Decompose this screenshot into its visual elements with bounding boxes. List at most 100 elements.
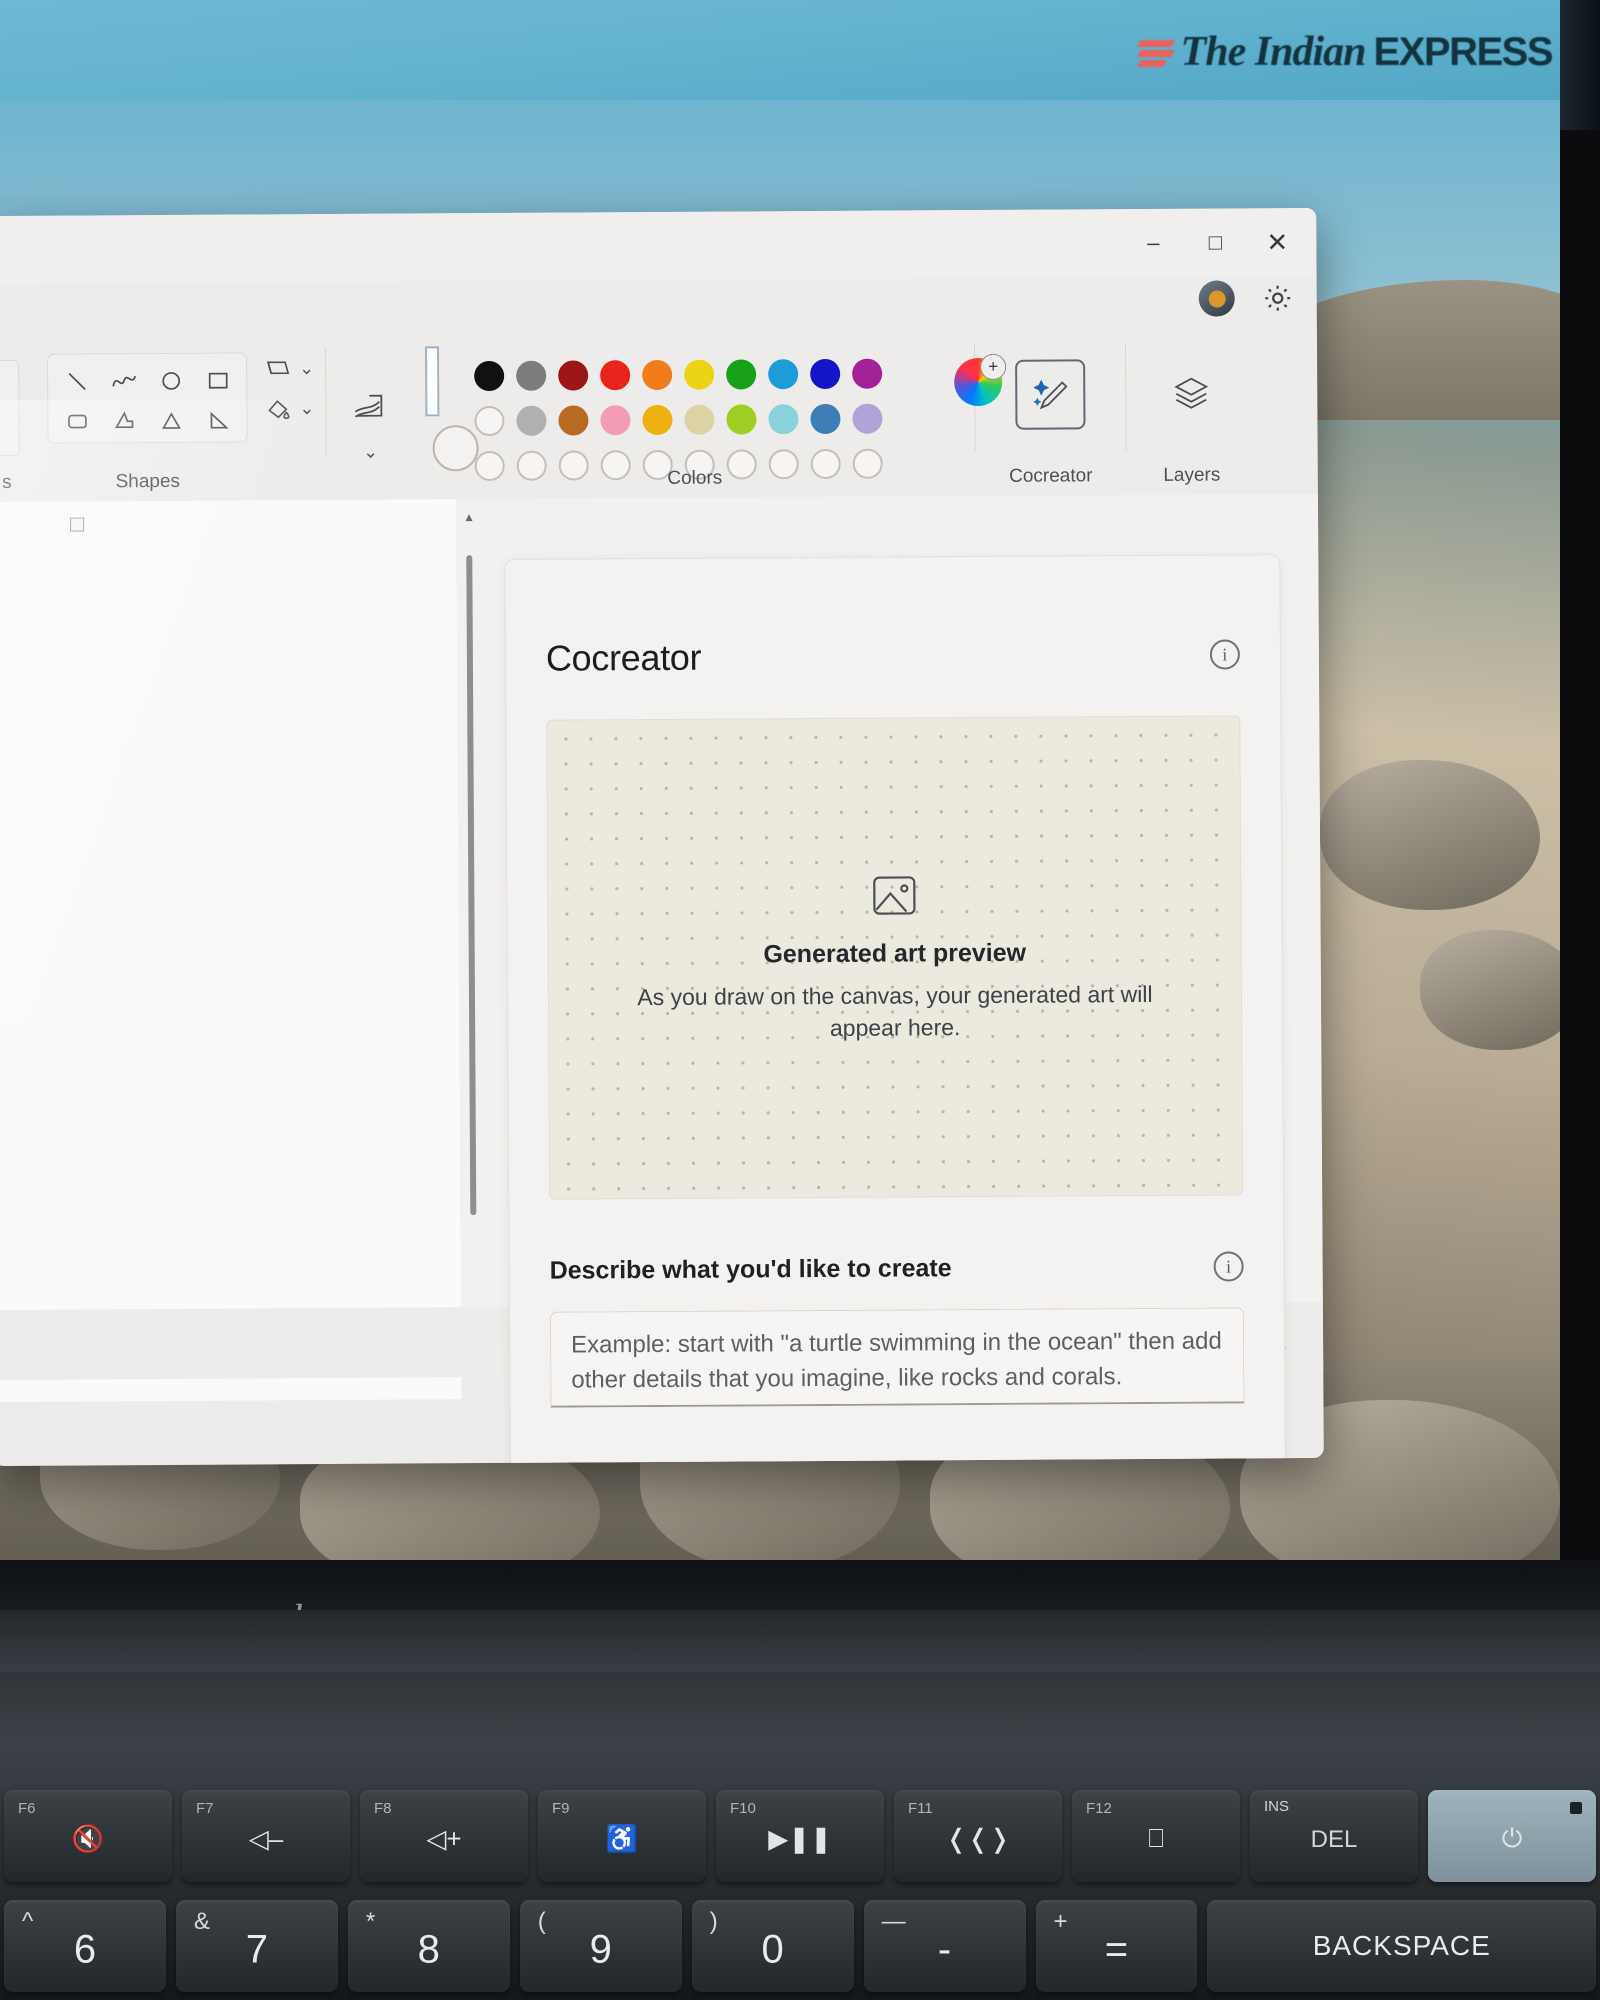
maximize-button[interactable]: □ — [1184, 212, 1246, 272]
key-6[interactable]: ^ 6 — [4, 1900, 166, 1992]
key-f9[interactable]: F9 ♿ — [538, 1790, 706, 1882]
rectangle-shape[interactable] — [195, 362, 240, 400]
color-swatch-row2-1[interactable] — [516, 405, 547, 436]
ribbon-group-tools: s — [0, 342, 26, 502]
ribbon-group-label-colors: Colors — [667, 467, 723, 489]
brushes-chevron-down-icon[interactable]: ⌄ — [363, 442, 378, 463]
color-swatch-row1-9[interactable] — [852, 358, 883, 389]
key-7-sup: & — [193, 1908, 210, 1935]
avatar[interactable] — [1198, 280, 1235, 317]
key-9-sup: ( — [537, 1908, 546, 1935]
watermark-the-indian: The Indian — [1180, 29, 1367, 75]
key-backspace[interactable]: BACKSPACE — [1207, 1900, 1597, 1992]
publisher-watermark: The Indian EXPRESS — [1136, 28, 1554, 76]
number-key-row: ^ 6 & 7 * 8 ( 9 ) 0 — - + = BACKSPACE — [0, 1900, 1600, 1992]
active-color-secondary[interactable] — [432, 425, 479, 472]
key-f7[interactable]: F7 ◁– — [182, 1790, 350, 1882]
tools-strip[interactable] — [0, 359, 20, 457]
shape-style-controls: ⌄ ⌄ — [263, 354, 315, 442]
key-f12[interactable]: F12 ⎕ — [1072, 1790, 1240, 1882]
key-6-main: 6 — [73, 1927, 97, 1972]
color-swatch-row1-6[interactable] — [726, 358, 757, 390]
color-swatch-row1-1[interactable] — [516, 360, 547, 391]
close-button[interactable]: ✕ — [1246, 212, 1308, 272]
fill-icon[interactable] — [263, 394, 293, 422]
canvas-handle[interactable] — [70, 517, 85, 532]
key-f10-label: F10 — [730, 1800, 756, 1817]
ribbon-group-label-shapes: Shapes — [115, 470, 181, 493]
key-equals[interactable]: + = — [1035, 1900, 1198, 1992]
image-placeholder-icon — [873, 876, 916, 916]
fill-chevron-down-icon[interactable]: ⌄ — [299, 398, 314, 419]
color-swatch-row2-0[interactable] — [474, 405, 505, 436]
key-power[interactable]: ⏻ — [1428, 1790, 1596, 1882]
paint-ribbon: s ⌄ ⌄ Shapes ⌄ + Colors Cocreator Layers — [0, 334, 1318, 502]
key-f6[interactable]: F6 🔇 — [4, 1790, 172, 1882]
key-f8[interactable]: F8 ◁+ — [360, 1790, 528, 1882]
function-key-row: F6 🔇 F7 ◁– F8 ◁+ F9 ♿ F10 ▶❚❚ F11 ❬❬❭ F1… — [0, 1790, 1600, 1882]
color-swatch-row2-7[interactable] — [768, 403, 799, 434]
line-shape[interactable] — [54, 362, 99, 400]
key-f6-label: F6 — [18, 1800, 36, 1817]
key-minus[interactable]: — - — [863, 1900, 1026, 1992]
triangle-shape[interactable] — [148, 402, 193, 440]
polygon-shape[interactable] — [101, 402, 146, 440]
color-swatch-row2-6[interactable] — [726, 403, 757, 435]
color-swatch-row1-3[interactable] — [600, 359, 631, 390]
key-f8-label: F8 — [374, 1800, 392, 1817]
key-f11[interactable]: F11 ❬❬❭ — [894, 1790, 1062, 1882]
key-insert-delete[interactable]: INS DEL — [1250, 1790, 1418, 1882]
key-0-sup: ) — [709, 1908, 718, 1935]
color-swatch-row1-7[interactable] — [768, 358, 799, 389]
color-swatch-row2-3[interactable] — [600, 404, 631, 435]
brushes-icon[interactable] — [347, 386, 393, 428]
play-pause-icon: ▶❚❚ — [768, 1823, 832, 1854]
color-swatch-row1-8[interactable] — [810, 358, 841, 389]
express-slash-logo-icon — [1136, 35, 1175, 69]
gear-icon[interactable] — [1261, 281, 1295, 315]
color-swatch-row1-5[interactable] — [684, 359, 715, 390]
ribbon-group-colors: + Colors — [414, 336, 1007, 499]
layers-button[interactable] — [1156, 359, 1226, 429]
drawing-canvas[interactable] — [0, 499, 462, 1403]
prompt-input[interactable]: Example: start with "a turtle swimming i… — [549, 1307, 1245, 1408]
cocreator-info-icon[interactable]: i — [1209, 639, 1240, 670]
color-swatch-row2-5[interactable] — [684, 404, 715, 435]
right-triangle-shape[interactable] — [195, 402, 240, 440]
color-swatch-row1-0[interactable] — [474, 360, 505, 391]
color-swatch-row2-9[interactable] — [852, 403, 883, 434]
key-equals-sup: + — [1053, 1908, 1068, 1935]
power-led — [1570, 1802, 1582, 1814]
minimize-button[interactable]: – — [1122, 213, 1184, 273]
preview-title: Generated art preview — [763, 939, 1027, 969]
key-backspace-label: BACKSPACE — [1312, 1930, 1491, 1961]
color-swatch-row2-8[interactable] — [810, 403, 841, 434]
scroll-up-icon[interactable]: ▲ — [461, 509, 477, 525]
color-swatch-row1-2[interactable] — [558, 359, 589, 391]
cocreator-panel-header: Cocreator i — [545, 555, 1240, 679]
rounded-rectangle-shape[interactable] — [54, 402, 99, 440]
color-swatch-row2-2[interactable] — [558, 404, 589, 436]
key-9[interactable]: ( 9 — [519, 1900, 682, 1992]
describe-info-icon[interactable]: i — [1213, 1251, 1244, 1282]
oval-shape[interactable] — [148, 362, 193, 400]
key-ins-label: INS — [1264, 1798, 1290, 1815]
key-f10[interactable]: F10 ▶❚❚ — [716, 1790, 884, 1882]
outline-chevron-down-icon[interactable]: ⌄ — [299, 358, 314, 379]
key-7[interactable]: & 7 — [175, 1900, 338, 1992]
curve-shape[interactable] — [101, 362, 146, 400]
key-f12-label: F12 — [1086, 1800, 1112, 1817]
key-7-main: 7 — [245, 1927, 268, 1972]
background-wall-edge — [1560, 0, 1600, 130]
color-swatch-row1-4[interactable] — [642, 359, 673, 390]
vertical-scroll-thumb[interactable] — [466, 555, 477, 1216]
generated-art-preview: Generated art preview As you draw on the… — [546, 715, 1244, 1200]
cocreator-button[interactable] — [1015, 359, 1086, 430]
canvas-vertical-scrollbar[interactable]: ▲ ▼ — [458, 509, 485, 1359]
key-8-main: 8 — [417, 1927, 440, 1972]
describe-label: Describe what you'd like to create — [549, 1253, 952, 1285]
outline-icon[interactable] — [263, 354, 293, 382]
key-0[interactable]: ) 0 — [691, 1900, 854, 1992]
color-swatch-row2-4[interactable] — [642, 404, 673, 435]
key-8[interactable]: * 8 — [347, 1900, 510, 1992]
